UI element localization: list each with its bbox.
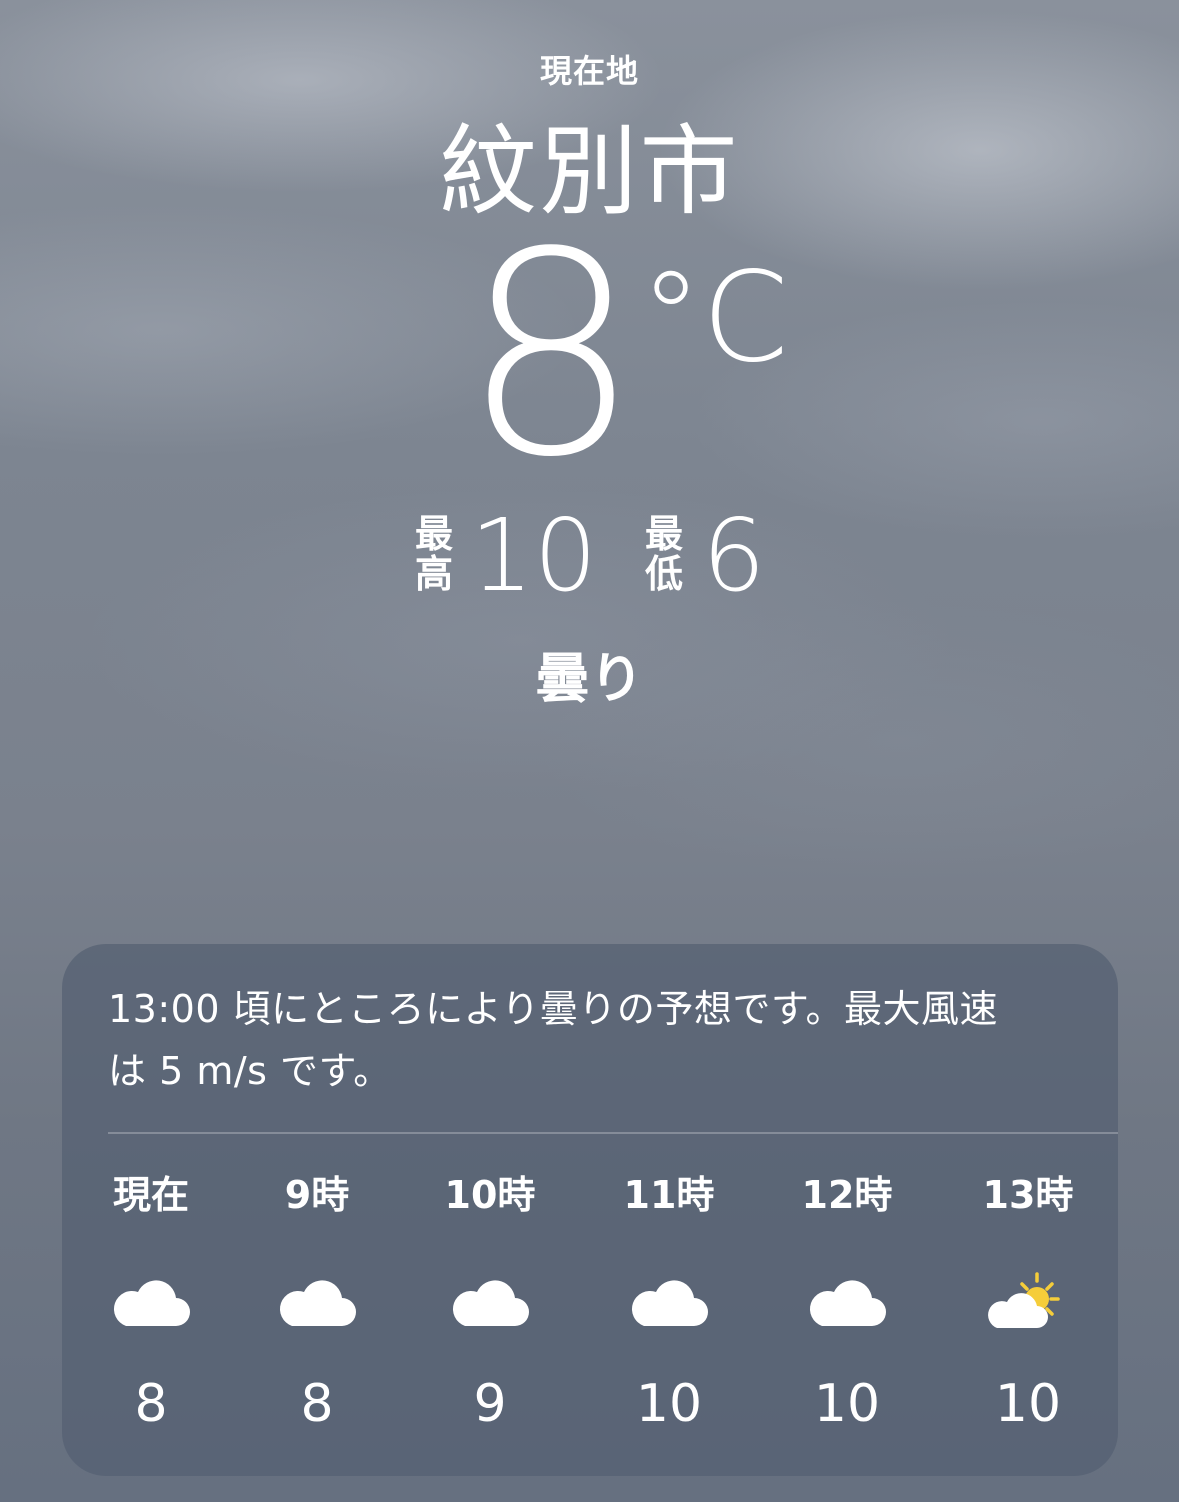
hour-label: 11時 bbox=[623, 1173, 715, 1217]
hour-item: 10時 9 bbox=[420, 1170, 560, 1434]
hour-label: 9時 bbox=[284, 1173, 350, 1217]
hour-temp: 8 bbox=[300, 1374, 334, 1434]
divider bbox=[108, 1132, 1118, 1134]
high-value: 10 bbox=[470, 497, 598, 614]
hour-temp: 10 bbox=[994, 1374, 1062, 1434]
hour-label: 現在 bbox=[112, 1173, 189, 1217]
temperature-value: 8 bbox=[462, 193, 640, 519]
hourly-forecast-card[interactable]: 13:00 頃にところにより曇りの予想です。最大風速は 5 m/s です。 現在… bbox=[62, 944, 1118, 1476]
hour-temp: 10 bbox=[635, 1374, 703, 1434]
hour-item: 12時 10 bbox=[777, 1170, 917, 1434]
hour-item: 13時 10 bbox=[958, 1170, 1098, 1434]
hour-temp: 10 bbox=[813, 1374, 881, 1434]
current-temperature: 8 °C bbox=[0, 193, 1179, 519]
cloud-icon bbox=[631, 1280, 708, 1326]
low-label: 最 低 bbox=[644, 512, 683, 596]
partly-sunny-icon bbox=[988, 1272, 1060, 1328]
location-label: 現在地 bbox=[539, 52, 639, 90]
hour-item: 現在 8 bbox=[81, 1170, 221, 1434]
forecast-summary: 13:00 頃にところにより曇りの予想です。最大風速は 5 m/s です。 bbox=[108, 987, 999, 1093]
hour-item: 11時 10 bbox=[599, 1170, 739, 1434]
low-value: 6 bbox=[702, 497, 766, 614]
temperature-unit: °C bbox=[640, 246, 789, 390]
hour-label: 13時 bbox=[982, 1173, 1074, 1217]
hour-item: 9時 8 bbox=[247, 1170, 387, 1434]
hour-temp: 9 bbox=[473, 1374, 507, 1434]
hour-temp: 8 bbox=[134, 1374, 168, 1434]
condition-text: 曇り bbox=[535, 647, 644, 710]
cloud-icon bbox=[279, 1280, 356, 1326]
cloud-icon bbox=[452, 1280, 529, 1326]
hour-label: 10時 bbox=[444, 1173, 536, 1217]
cloud-icon bbox=[113, 1280, 190, 1326]
hour-label: 12時 bbox=[801, 1173, 893, 1217]
cloud-icon bbox=[809, 1280, 886, 1326]
high-label: 最 高 bbox=[414, 512, 453, 596]
